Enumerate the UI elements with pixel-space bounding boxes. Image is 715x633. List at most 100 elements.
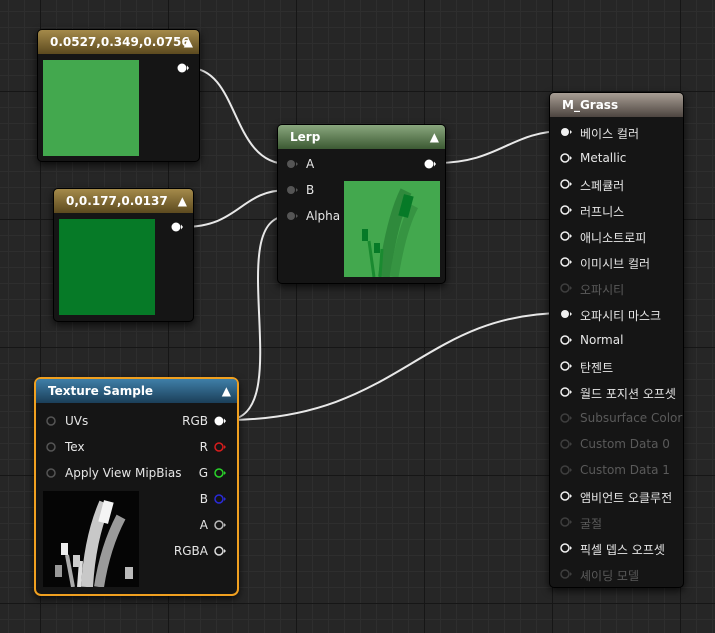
input-pin-icon[interactable] bbox=[560, 387, 572, 397]
material-result-node[interactable]: M_Grass 베이스 컬러 Metallic 스페큘러러프니스애니소트로피이미시브… bbox=[549, 92, 684, 588]
output-pin-icon[interactable] bbox=[177, 63, 189, 73]
input-pin-tex-icon[interactable] bbox=[46, 442, 58, 452]
material-pin-row[interactable]: Metallic bbox=[550, 151, 685, 171]
input-pin-mipbias-icon[interactable] bbox=[46, 468, 58, 478]
output-pin-icon[interactable] bbox=[424, 159, 436, 169]
input-pin-icon[interactable] bbox=[560, 153, 572, 163]
constant-node-1-title: 0.0527,0.349,0.0756 bbox=[50, 35, 190, 49]
material-pin-label: Subsurface Color bbox=[580, 411, 683, 425]
material-pin-label: 오파시티 bbox=[580, 283, 625, 297]
input-pin-icon bbox=[560, 439, 572, 449]
wire-texture-rgb-to-opacity-mask bbox=[225, 312, 566, 421]
material-pin-row: Custom Data 0 bbox=[550, 437, 685, 457]
input-pin-alpha-icon[interactable] bbox=[286, 211, 298, 221]
material-pin-label: 셰이딩 모델 bbox=[580, 569, 640, 583]
material-pin-label: Custom Data 1 bbox=[580, 463, 670, 477]
material-pin-row[interactable]: 오파시티 마스크 bbox=[550, 307, 685, 327]
material-pin-label: Custom Data 0 bbox=[580, 437, 670, 451]
material-pin-row[interactable]: 탄젠트 bbox=[550, 359, 685, 379]
material-pin-label: 굴절 bbox=[580, 517, 603, 531]
material-pin-label: 픽셀 뎁스 오프셋 bbox=[580, 543, 665, 557]
input-pin-icon[interactable] bbox=[560, 205, 572, 215]
texture-sample-node[interactable]: Texture Sample ▲ UVs Tex Apply View MipB… bbox=[34, 377, 239, 596]
lerp-node-header[interactable]: Lerp ▲ bbox=[278, 125, 445, 149]
material-pin-row: 굴절 bbox=[550, 515, 685, 535]
collapse-icon[interactable]: ▲ bbox=[184, 30, 193, 54]
lerp-preview-thumbnail bbox=[344, 181, 440, 277]
input-pin-icon bbox=[560, 465, 572, 475]
texture-output-b-label: B bbox=[199, 492, 208, 506]
output-pin-rgba-icon[interactable] bbox=[214, 546, 226, 556]
material-pin-label: 베이스 컬러 bbox=[580, 127, 640, 141]
material-pin-label: 오파시티 마스크 bbox=[580, 309, 662, 323]
material-pin-label: 애니소트로피 bbox=[580, 231, 647, 245]
output-pin-b-icon[interactable] bbox=[214, 494, 226, 504]
material-result-node-title: M_Grass bbox=[562, 98, 619, 112]
input-pin-icon bbox=[560, 517, 572, 527]
input-pin-icon[interactable] bbox=[560, 257, 572, 267]
material-pin-row[interactable]: 애니소트로피 bbox=[550, 229, 685, 249]
material-pin-row[interactable]: 픽셀 뎁스 오프셋 bbox=[550, 541, 685, 561]
material-pin-label: Normal bbox=[580, 333, 624, 347]
material-pin-row[interactable]: 앰비언트 오클루전 bbox=[550, 489, 685, 509]
texture-output-r-label: R bbox=[199, 440, 208, 454]
input-pin-icon[interactable] bbox=[560, 361, 572, 371]
material-pin-row[interactable]: 베이스 컬러 bbox=[550, 125, 685, 145]
input-pin-icon bbox=[560, 413, 572, 423]
texture-output-a-label: A bbox=[199, 518, 208, 532]
lerp-node[interactable]: Lerp ▲ A B Alpha bbox=[277, 124, 446, 284]
input-pin-icon[interactable] bbox=[560, 179, 572, 189]
texture-sample-node-header[interactable]: Texture Sample ▲ bbox=[36, 379, 237, 403]
constant-node-2-swatch bbox=[59, 219, 155, 315]
material-pin-row[interactable]: 러프니스 bbox=[550, 203, 685, 223]
texture-input-uvs-label: UVs bbox=[65, 414, 89, 428]
texture-preview-thumbnail bbox=[43, 491, 139, 587]
output-pin-icon[interactable] bbox=[171, 222, 183, 232]
collapse-icon[interactable]: ▲ bbox=[178, 189, 187, 213]
material-result-node-header[interactable]: M_Grass bbox=[550, 93, 683, 117]
wire-const1-to-lerp-a bbox=[188, 67, 289, 165]
input-pin-connected-icon[interactable] bbox=[560, 309, 572, 319]
collapse-icon[interactable]: ▲ bbox=[430, 125, 439, 149]
wire-lerp-to-base-color bbox=[435, 130, 566, 164]
input-pin-a-icon[interactable] bbox=[286, 159, 298, 169]
constant-node-2-header[interactable]: 0,0.177,0.0137 ▲ bbox=[54, 189, 193, 213]
texture-input-mipbias-label: Apply View MipBias bbox=[65, 466, 182, 480]
lerp-input-b-label: B bbox=[306, 183, 315, 197]
collapse-icon[interactable]: ▲ bbox=[222, 379, 231, 403]
material-pin-row[interactable]: 스페큘러 bbox=[550, 177, 685, 197]
input-pin-icon[interactable] bbox=[560, 543, 572, 553]
material-pin-row: 셰이딩 모델 bbox=[550, 567, 685, 587]
material-pin-row: 오파시티 bbox=[550, 281, 685, 301]
output-pin-rgb-icon[interactable] bbox=[214, 416, 226, 426]
constant-node-1-swatch bbox=[43, 60, 139, 156]
material-pin-label: 스페큘러 bbox=[580, 179, 625, 193]
constant-node-2[interactable]: 0,0.177,0.0137 ▲ bbox=[53, 188, 194, 322]
material-pin-row[interactable]: Normal bbox=[550, 333, 685, 353]
output-pin-a-icon[interactable] bbox=[214, 520, 226, 530]
input-pin-icon[interactable] bbox=[560, 231, 572, 241]
material-pin-row: Custom Data 1 bbox=[550, 463, 685, 483]
input-pin-b-icon[interactable] bbox=[286, 185, 298, 195]
material-pin-label: 러프니스 bbox=[580, 205, 625, 219]
output-pin-g-icon[interactable] bbox=[214, 468, 226, 478]
material-pin-row[interactable]: 월드 포지션 오프셋 bbox=[550, 385, 685, 405]
lerp-input-a-label: A bbox=[306, 157, 315, 171]
input-pin-uvs-icon[interactable] bbox=[46, 416, 58, 426]
output-pin-r-icon[interactable] bbox=[214, 442, 226, 452]
input-pin-connected-icon[interactable] bbox=[560, 127, 572, 137]
input-pin-icon[interactable] bbox=[560, 491, 572, 501]
material-pin-label: 탄젠트 bbox=[580, 361, 614, 375]
material-pin-label: 월드 포지션 오프셋 bbox=[580, 387, 676, 401]
wire-const2-to-lerp-b bbox=[182, 189, 289, 228]
constant-node-1-header[interactable]: 0.0527,0.349,0.0756 ▲ bbox=[38, 30, 199, 54]
material-pin-label: Metallic bbox=[580, 151, 627, 165]
material-pin-row[interactable]: 이미시브 컬러 bbox=[550, 255, 685, 275]
input-pin-icon bbox=[560, 283, 572, 293]
lerp-input-alpha-label: Alpha bbox=[306, 209, 341, 223]
texture-sample-node-title: Texture Sample bbox=[48, 384, 154, 398]
input-pin-icon[interactable] bbox=[560, 335, 572, 345]
constant-node-1[interactable]: 0.0527,0.349,0.0756 ▲ bbox=[37, 29, 200, 162]
material-pin-label: 앰비언트 오클루전 bbox=[580, 491, 673, 505]
texture-output-g-label: G bbox=[198, 466, 208, 480]
